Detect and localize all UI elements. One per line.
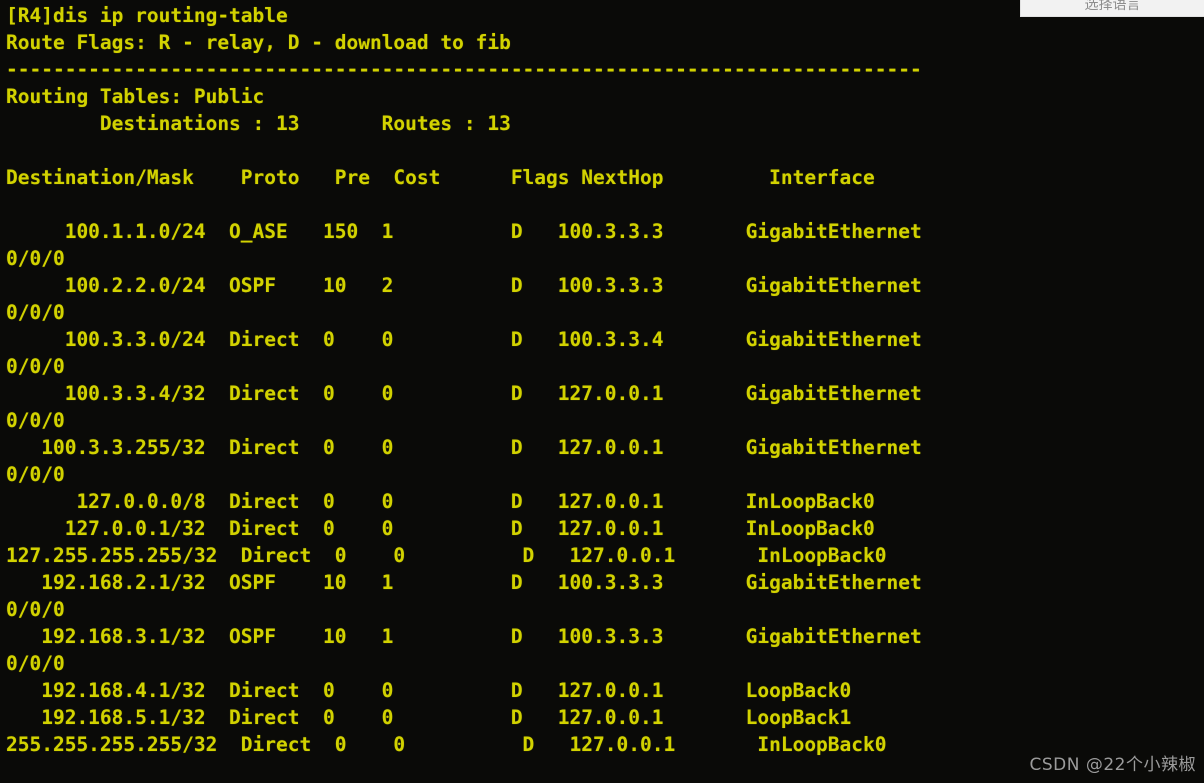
route-row: 100.2.2.0/24 OSPF 10 2 D 100.3.3.3 Gigab… [6, 274, 922, 297]
route-flags-line: Route Flags: R - relay, D - download to … [6, 31, 511, 54]
routing-table-header-row: Destination/Mask Proto Pre Cost Flags Ne… [6, 166, 875, 189]
route-row: 127.0.0.0/8 Direct 0 0 D 127.0.0.1 InLoo… [6, 490, 875, 513]
route-row: 100.1.1.0/24 O_ASE 150 1 D 100.3.3.3 Gig… [6, 220, 922, 243]
terminal-output-pane[interactable]: [R4]dis ip routing-table Route Flags: R … [0, 0, 1204, 783]
route-row: 192.168.2.1/32 OSPF 10 1 D 100.3.3.3 Gig… [6, 571, 922, 594]
route-row-wrap: 0/0/0 [6, 247, 65, 270]
route-row-wrap: 0/0/0 [6, 301, 65, 324]
route-row: 127.0.0.1/32 Direct 0 0 D 127.0.0.1 InLo… [6, 517, 875, 540]
route-row: 100.3.3.255/32 Direct 0 0 D 127.0.0.1 Gi… [6, 436, 922, 459]
route-row: 100.3.3.0/24 Direct 0 0 D 100.3.3.4 Giga… [6, 328, 922, 351]
language-selector-label: 选择语言 [1084, 0, 1141, 13]
route-row-wrap: 0/0/0 [6, 598, 65, 621]
language-selector-popup[interactable]: 选择语言 [1020, 0, 1204, 17]
route-row: 127.255.255.255/32 Direct 0 0 D 127.0.0.… [6, 544, 887, 567]
routing-table-rows: 100.1.1.0/24 O_ASE 150 1 D 100.3.3.3 Gig… [6, 218, 1204, 758]
route-row-wrap: 0/0/0 [6, 409, 65, 432]
routing-tables-line: Routing Tables: Public [6, 85, 265, 108]
terminal-screen: [R4]dis ip routing-table Route Flags: R … [0, 0, 1204, 783]
csdn-watermark: CSDN @22个小辣椒 [1029, 755, 1196, 775]
route-row: 192.168.4.1/32 Direct 0 0 D 127.0.0.1 Lo… [6, 679, 852, 702]
route-row-wrap: 0/0/0 [6, 355, 65, 378]
separator-rule: ----------------------------------------… [6, 58, 922, 81]
route-row-wrap: 0/0/0 [6, 652, 65, 675]
route-row: 100.3.3.4/32 Direct 0 0 D 127.0.0.1 Giga… [6, 382, 922, 405]
route-row-wrap: 0/0/0 [6, 463, 65, 486]
route-row: 192.168.5.1/32 Direct 0 0 D 127.0.0.1 Lo… [6, 706, 852, 729]
route-summary-line: Destinations : 13 Routes : 13 [6, 112, 511, 135]
route-row: 192.168.3.1/32 OSPF 10 1 D 100.3.3.3 Gig… [6, 625, 922, 648]
route-row: 255.255.255.255/32 Direct 0 0 D 127.0.0.… [6, 733, 887, 756]
